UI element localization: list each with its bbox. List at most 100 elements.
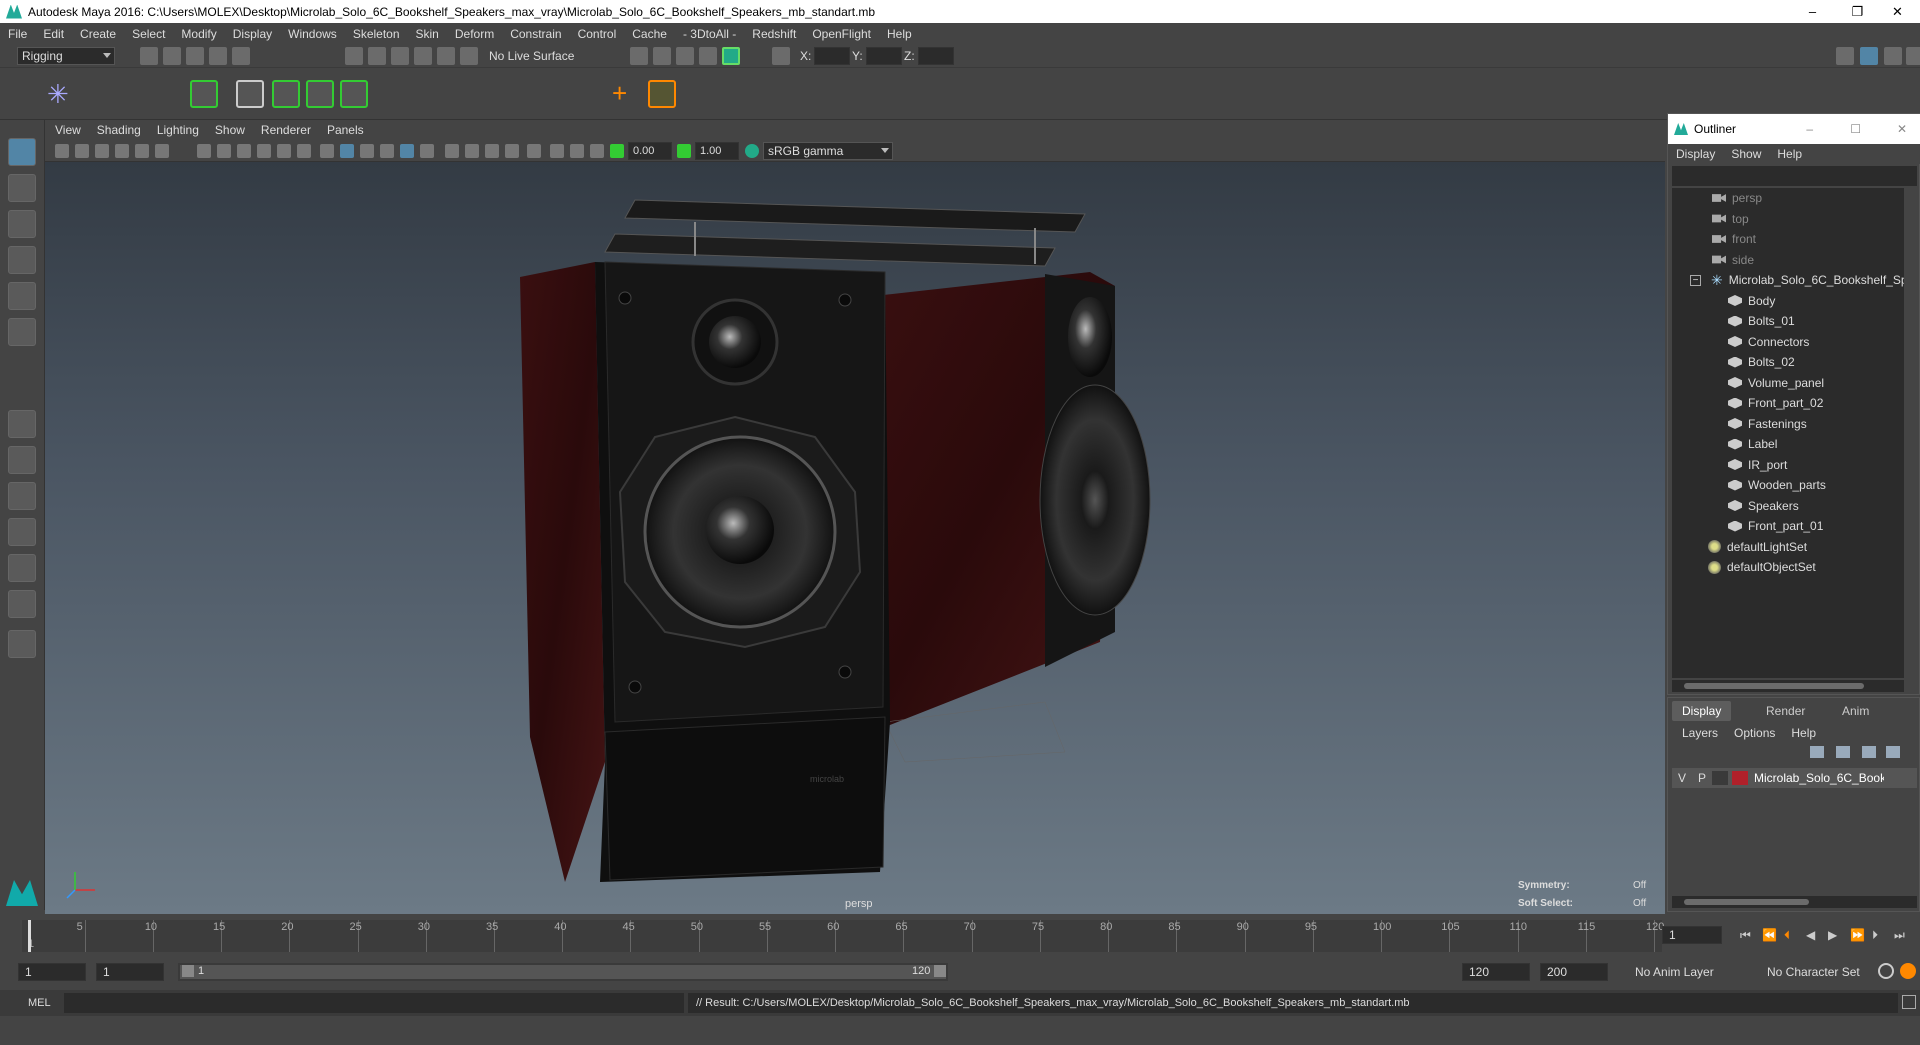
new-empty-layer-icon[interactable] [1862, 746, 1876, 758]
menu-select[interactable]: Select [132, 27, 165, 41]
outliner-menu-show[interactable]: Show [1731, 147, 1761, 161]
transform-input-icon[interactable] [772, 47, 790, 65]
layer-tab-display[interactable]: Display [1672, 701, 1732, 721]
undo-icon[interactable] [209, 47, 227, 65]
current-frame-field[interactable]: 1 [1662, 926, 1722, 944]
layer-menu-options[interactable]: Options [1734, 726, 1775, 740]
layer-hscrollbar[interactable] [1672, 896, 1917, 908]
grid-icon[interactable] [197, 144, 211, 158]
script-language-label[interactable]: MEL [28, 997, 51, 1009]
isolate-select-icon[interactable] [527, 144, 541, 158]
wireframe-on-shaded-icon[interactable] [380, 144, 394, 158]
new-scene-icon[interactable] [140, 47, 158, 65]
layer-type-toggle[interactable] [1712, 771, 1728, 785]
auto-key-icon[interactable] [1878, 963, 1894, 979]
close-icon[interactable]: ✕ [1897, 122, 1907, 136]
move-layer-up-icon[interactable] [1810, 746, 1824, 758]
layer-tab-render[interactable]: Render [1756, 701, 1815, 721]
layer-visibility-toggle[interactable]: V [1672, 771, 1692, 785]
menu-skeleton[interactable]: Skeleton [353, 27, 400, 41]
wireframe-icon[interactable] [320, 144, 334, 158]
exposure-icon[interactable] [610, 144, 624, 158]
colorspace-dropdown[interactable]: sRGB gamma [763, 142, 893, 160]
locator-icon[interactable]: + [612, 80, 640, 108]
playback-end-field[interactable]: 120 [1462, 963, 1530, 981]
step-forward-key-icon[interactable]: ⏵ [1872, 928, 1878, 943]
outliner-search-input[interactable] [1672, 166, 1917, 186]
scroll-thumb[interactable] [1684, 683, 1864, 689]
xray-components-icon[interactable] [590, 144, 604, 158]
rotate-tool-icon[interactable] [8, 282, 36, 310]
render-view-icon[interactable] [630, 47, 648, 65]
four-view-layout-icon[interactable] [8, 446, 36, 474]
outliner-item[interactable]: defaultObjectSet [1708, 557, 1816, 577]
outliner-item[interactable]: Label [1728, 434, 1777, 454]
menu-constrain[interactable]: Constrain [510, 27, 561, 41]
menu-file[interactable]: File [8, 27, 27, 41]
select-object-icon[interactable] [368, 47, 386, 65]
outliner-item[interactable]: front [1712, 229, 1756, 249]
move-tool-icon[interactable] [8, 246, 36, 274]
outliner-item[interactable]: Front_part_02 [1728, 393, 1823, 413]
collapse-icon[interactable]: − [1690, 274, 1701, 286]
menu-openflight[interactable]: OpenFlight [812, 27, 871, 41]
menu-redshift[interactable]: Redshift [752, 27, 796, 41]
outliner-item[interactable]: Speakers [1728, 496, 1799, 516]
layer-menu-layers[interactable]: Layers [1682, 726, 1718, 740]
outliner-item[interactable]: Bolts_01 [1728, 311, 1795, 331]
grease-pencil-icon[interactable] [155, 144, 169, 158]
tool-settings-icon[interactable] [1906, 47, 1920, 65]
menu-cache[interactable]: Cache [632, 27, 667, 41]
step-back-key-icon[interactable]: ⏴ [1784, 928, 1790, 943]
outliner-item[interactable]: Fastenings [1728, 414, 1807, 434]
scroll-thumb[interactable] [1684, 899, 1809, 905]
motion-blur-icon[interactable] [485, 144, 499, 158]
lattice-icon[interactable] [236, 80, 264, 108]
z-field[interactable] [918, 47, 954, 65]
ik-spline-icon[interactable] [120, 80, 148, 108]
create-handle-icon[interactable] [648, 80, 676, 108]
minimize-button[interactable]: – [1790, 0, 1835, 23]
layer-menu-help[interactable]: Help [1791, 726, 1816, 740]
playback-start-field[interactable]: 1 [96, 963, 164, 981]
outliner-item[interactable]: Bolts_02 [1728, 352, 1795, 372]
minimize-icon[interactable]: – [1806, 122, 1813, 136]
anti-aliasing-icon[interactable] [505, 144, 519, 158]
camera-attributes-icon[interactable] [75, 144, 89, 158]
command-input[interactable] [64, 993, 684, 1013]
menu-display[interactable]: Display [233, 27, 272, 41]
outliner-item[interactable]: Wooden_parts [1728, 475, 1826, 495]
lasso-tool-icon[interactable] [8, 174, 36, 202]
hypershade-layout-icon[interactable] [8, 554, 36, 582]
render-icon[interactable] [653, 47, 671, 65]
range-slider[interactable]: 1 120 [178, 963, 948, 981]
go-to-start-icon[interactable]: ⏮ [1740, 928, 1751, 943]
range-handle-left[interactable] [182, 965, 194, 977]
textured-icon[interactable] [400, 144, 414, 158]
soft-mod-icon[interactable] [340, 80, 368, 108]
select-hierarchy-icon[interactable] [345, 47, 363, 65]
anim-layer-dropdown[interactable]: No Anim Layer [1630, 963, 1750, 981]
point-constraint-icon[interactable] [392, 80, 420, 108]
live-surface-field[interactable]: No Live Surface [484, 47, 584, 65]
panel-menu-renderer[interactable]: Renderer [261, 123, 311, 137]
outliner-item[interactable]: persp [1712, 188, 1762, 208]
menu-3dtoall[interactable]: - 3DtoAll - [683, 27, 736, 41]
menu-edit[interactable]: Edit [43, 27, 64, 41]
layer-tab-anim[interactable]: Anim [1832, 701, 1879, 721]
panel-menu-shading[interactable]: Shading [97, 123, 141, 137]
outliner-item[interactable]: Connectors [1728, 332, 1809, 352]
smooth-shade-icon[interactable] [340, 144, 354, 158]
outliner-item[interactable]: Volume_panel [1728, 373, 1824, 393]
ambient-occlusion-icon[interactable] [465, 144, 479, 158]
menu-windows[interactable]: Windows [288, 27, 337, 41]
play-forward-icon[interactable]: ▶ [1828, 928, 1837, 942]
uv-editor-layout-icon[interactable] [8, 590, 36, 618]
bookmark-icon[interactable] [95, 144, 109, 158]
character-set-dropdown[interactable]: No Character Set [1762, 963, 1880, 981]
film-gate-icon[interactable] [217, 144, 231, 158]
gate-mask-icon[interactable] [257, 144, 271, 158]
safe-action-icon[interactable] [297, 144, 311, 158]
ik-handle-icon[interactable] [84, 80, 112, 108]
range-slider-bar[interactable] [180, 965, 946, 979]
